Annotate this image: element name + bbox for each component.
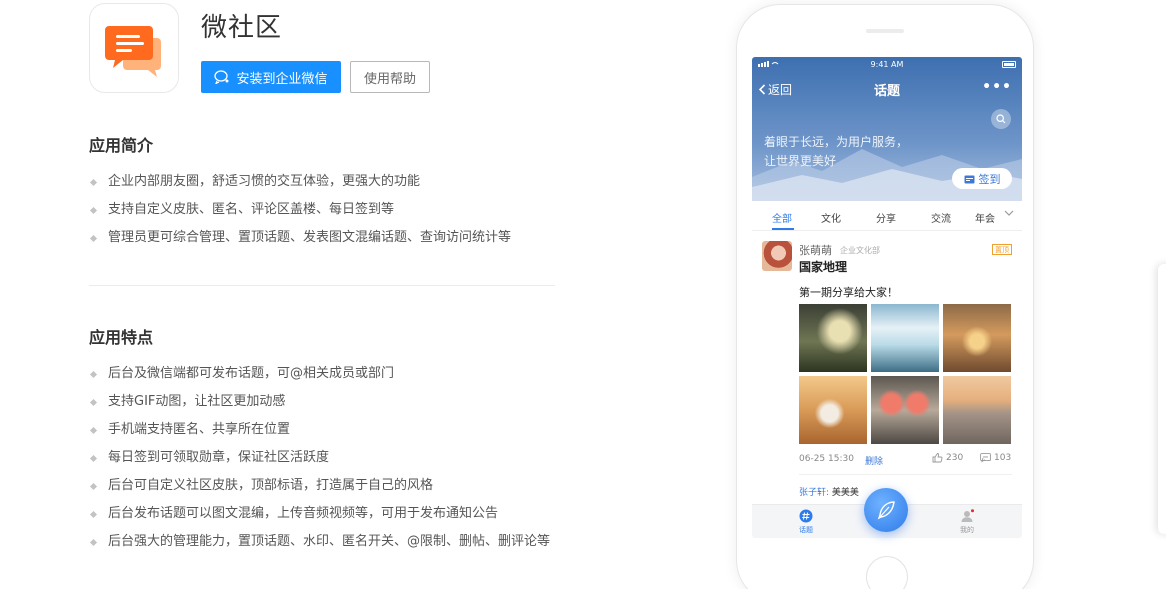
post-author[interactable]: 张萌萌	[799, 242, 832, 258]
diamond-bullet-icon	[89, 538, 98, 546]
hashtag-icon	[799, 509, 813, 523]
status-time: 9:41 AM	[870, 60, 904, 69]
post-text: 第一期分享给大家！	[799, 286, 898, 299]
comment-author[interactable]: 张子轩:	[799, 488, 829, 498]
comment-count: 103	[994, 453, 1012, 463]
list-item: 企业内部朋友圈，舒适习惯的交互体验，更强大的功能	[89, 168, 511, 196]
post-image[interactable]	[871, 376, 939, 444]
list-item: 每日签到可领取勋章，保证社区活跃度	[89, 444, 550, 472]
signin-button[interactable]: 签到	[952, 168, 1012, 189]
status-bar: 9:41 AM	[752, 57, 1022, 73]
section-divider	[89, 285, 555, 286]
hero-slogan: 着眼于长远，为用户服务， 让世界更美好	[764, 135, 909, 168]
comment-item: 张子轩: 美美美	[799, 485, 859, 498]
user-icon	[961, 509, 974, 522]
list-item: 手机端支持匿名、共享所在位置	[89, 416, 550, 444]
diamond-bullet-icon	[89, 370, 98, 378]
diamond-bullet-icon	[89, 482, 98, 490]
list-item: 管理员更可综合管理、置顶话题、发表图文混编话题、查询访问统计等	[89, 224, 511, 252]
active-tab-indicator	[772, 228, 794, 230]
install-button-label: 安装到企业微信	[236, 71, 328, 87]
diamond-bullet-icon	[89, 178, 98, 186]
search-icon	[996, 114, 1006, 124]
like-count: 230	[946, 453, 964, 463]
more-button[interactable]: •••	[982, 79, 1012, 95]
list-item: 支持自定义皮肤、匿名、评论区盖楼、每日签到等	[89, 196, 511, 224]
tab-culture[interactable]: 文化	[821, 210, 841, 225]
list-item: 后台发布话题可以图文混编，上传音频视频等，可用于发布通知公告	[89, 500, 550, 528]
topic-tabs: 全部 文化 分享 交流 年会	[752, 201, 1022, 231]
list-item: 支持GIF动图，让社区更加动感	[89, 388, 550, 416]
list-item: 后台及微信端都可发布话题，可@相关成员或部门	[89, 360, 550, 388]
features-list: 后台及微信端都可发布话题，可@相关成员或部门 支持GIF动图，让社区更加动感 手…	[89, 360, 550, 556]
tab-share[interactable]: 分享	[876, 210, 896, 225]
bottom-tab-topics[interactable]: 话题	[786, 509, 826, 535]
diamond-bullet-icon	[89, 206, 98, 214]
hero-banner: 9:41 AM 返回 话题 ••• 着眼于长远，为用户服务， 让世界更美好 签到	[752, 57, 1022, 201]
comment-icon	[980, 453, 991, 463]
diamond-bullet-icon	[89, 426, 98, 434]
intro-title: 应用简介	[89, 136, 154, 155]
install-button[interactable]: 安装到企业微信	[201, 61, 341, 93]
post-date: 06-25 15:30	[799, 454, 854, 464]
battery-icon	[1002, 61, 1016, 68]
bottom-tab-topics-label: 话题	[799, 526, 813, 534]
post-image[interactable]	[943, 376, 1011, 444]
tab-exchange[interactable]: 交流	[931, 210, 951, 225]
features-title: 应用特点	[89, 328, 154, 347]
side-panel-edge	[1158, 264, 1166, 534]
comment-button[interactable]: 103	[980, 453, 1011, 463]
diamond-bullet-icon	[89, 398, 98, 406]
bottom-tab-mine[interactable]: 我的	[947, 509, 987, 535]
post-topic[interactable]: 国家地理	[799, 258, 847, 275]
chat-bubbles-icon	[105, 26, 161, 77]
bottom-tab-mine-label: 我的	[960, 526, 974, 534]
post-image[interactable]	[943, 304, 1011, 372]
wecom-icon	[214, 70, 229, 84]
like-button[interactable]: 230	[932, 453, 963, 463]
post-image[interactable]	[871, 304, 939, 372]
thumbs-up-icon	[932, 453, 943, 463]
help-button[interactable]: 使用帮助	[350, 61, 430, 93]
intro-list: 企业内部朋友圈，舒适习惯的交互体验，更强大的功能 支持自定义皮肤、匿名、评论区盖…	[89, 168, 511, 252]
list-item: 后台强大的管理能力，置顶话题、水印、匿名开关、@限制、删帖、删评论等	[89, 528, 550, 556]
diamond-bullet-icon	[89, 454, 98, 462]
list-item: 后台可自定义社区皮肤，顶部标语，打造属于自己的风格	[89, 472, 550, 500]
post-department: 企业文化部	[840, 246, 880, 255]
tab-all[interactable]: 全部	[772, 210, 792, 225]
compose-button[interactable]	[864, 488, 908, 532]
app-title: 微社区	[201, 13, 283, 43]
post-divider	[799, 474, 1012, 475]
diamond-bullet-icon	[89, 234, 98, 242]
phone-speaker	[866, 29, 904, 33]
search-button[interactable]	[991, 109, 1011, 129]
comment-text: 美美美	[831, 488, 859, 498]
tab-annual[interactable]: 年会	[975, 210, 995, 225]
feather-icon	[877, 501, 895, 520]
chevron-down-icon[interactable]	[1004, 208, 1014, 218]
pinned-badge: 置顶	[992, 244, 1012, 255]
post-image[interactable]	[799, 304, 867, 372]
avatar[interactable]	[762, 241, 792, 271]
signin-label: 签到	[978, 172, 1001, 186]
calendar-icon	[964, 175, 974, 183]
app-icon	[89, 3, 179, 93]
diamond-bullet-icon	[89, 510, 98, 518]
post-image[interactable]	[799, 376, 867, 444]
phone-screen: 9:41 AM 返回 话题 ••• 着眼于长远，为用户服务， 让世界更美好 签到…	[752, 57, 1022, 538]
delete-post-link[interactable]: 删除	[865, 454, 883, 467]
